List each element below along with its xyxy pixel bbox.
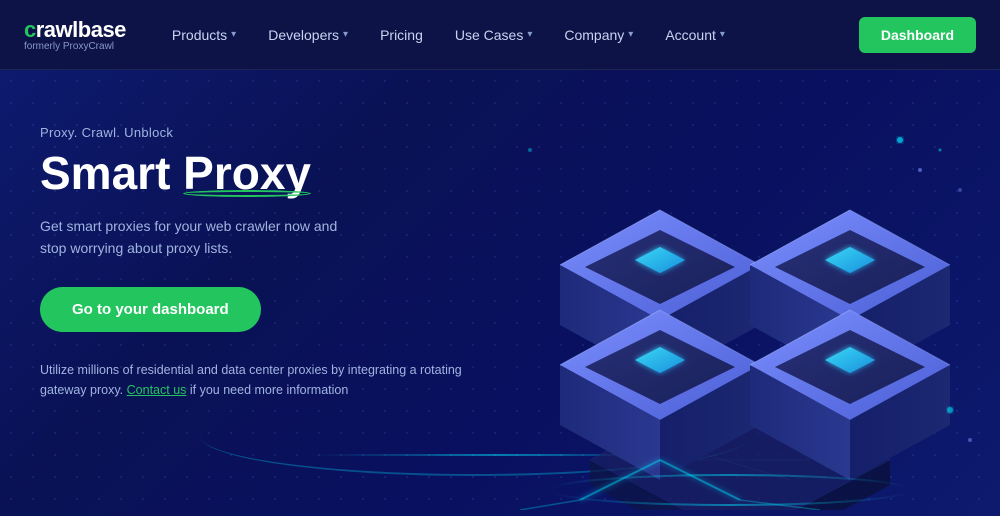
logo-sub: formerly ProxyCrawl bbox=[24, 41, 126, 52]
chevron-down-icon: ▾ bbox=[527, 29, 532, 40]
hero-bottom-text-after: if you need more information bbox=[186, 383, 348, 397]
hero-tagline: Proxy. Crawl. Unblock bbox=[40, 125, 470, 140]
hero-section: Proxy. Crawl. Unblock Smart Proxy Get sm… bbox=[0, 70, 1000, 516]
hero-illustration bbox=[480, 70, 1000, 516]
hero-title: Smart Proxy bbox=[40, 148, 470, 199]
hero-title-part1: Smart bbox=[40, 147, 183, 199]
nav-item-pricing[interactable]: Pricing bbox=[366, 19, 437, 51]
chevron-down-icon: ▾ bbox=[720, 29, 725, 40]
chevron-down-icon: ▾ bbox=[628, 29, 633, 40]
hero-title-highlight: Proxy bbox=[183, 148, 311, 199]
nav-label-use-cases: Use Cases bbox=[455, 27, 523, 43]
hero-description: Get smart proxies for your web crawler n… bbox=[40, 215, 360, 260]
nav-item-company[interactable]: Company ▾ bbox=[550, 19, 647, 51]
nav-label-company: Company bbox=[564, 27, 624, 43]
logo-text: crawlbase bbox=[24, 17, 126, 43]
logo[interactable]: crawlbase formerly ProxyCrawl bbox=[24, 17, 126, 52]
navbar: crawlbase formerly ProxyCrawl Products ▾… bbox=[0, 0, 1000, 70]
nav-links: Products ▾ Developers ▾ Pricing Use Case… bbox=[158, 19, 851, 51]
chevron-down-icon: ▾ bbox=[231, 29, 236, 40]
contact-us-link[interactable]: Contact us bbox=[127, 383, 187, 397]
isometric-svg bbox=[500, 90, 980, 510]
nav-item-account[interactable]: Account ▾ bbox=[651, 19, 739, 51]
nav-label-products: Products bbox=[172, 27, 227, 43]
nav-label-pricing: Pricing bbox=[380, 27, 423, 43]
nav-item-developers[interactable]: Developers ▾ bbox=[254, 19, 362, 51]
hero-cta-button[interactable]: Go to your dashboard bbox=[40, 287, 261, 332]
nav-item-products[interactable]: Products ▾ bbox=[158, 19, 250, 51]
chevron-down-icon: ▾ bbox=[343, 29, 348, 40]
dashboard-button[interactable]: Dashboard bbox=[859, 17, 976, 53]
nav-label-account: Account bbox=[665, 27, 716, 43]
nav-item-use-cases[interactable]: Use Cases ▾ bbox=[441, 19, 547, 51]
hero-content: Proxy. Crawl. Unblock Smart Proxy Get sm… bbox=[40, 125, 470, 400]
nav-label-developers: Developers bbox=[268, 27, 339, 43]
hero-bottom-text: Utilize millions of residential and data… bbox=[40, 360, 470, 400]
